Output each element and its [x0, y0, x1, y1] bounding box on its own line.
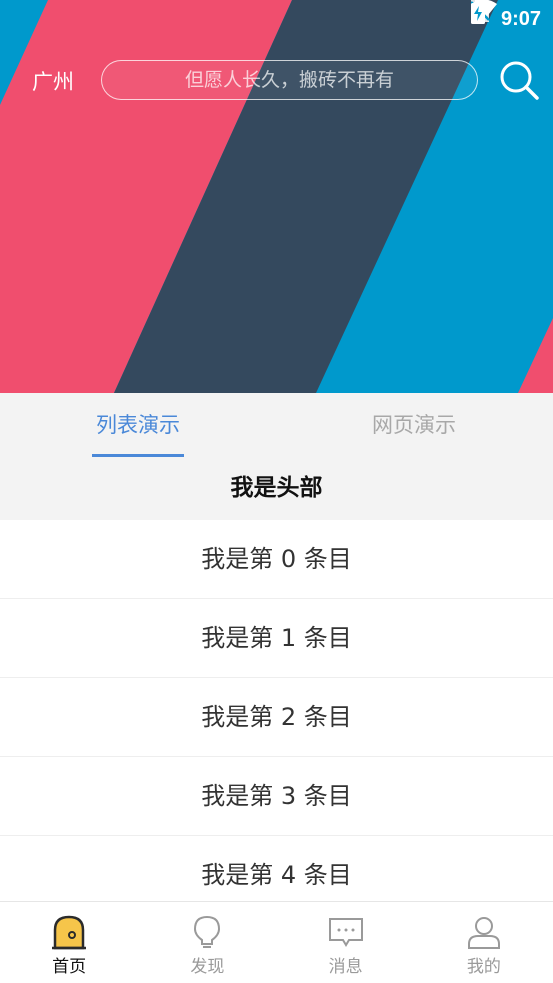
- tab-list-demo[interactable]: 列表演示: [0, 393, 276, 459]
- nav-home-label: 首页: [52, 957, 87, 977]
- nav-home[interactable]: 首页: [0, 902, 138, 983]
- status-bar: 9:07: [470, 0, 553, 38]
- tab-web-demo[interactable]: 网页演示: [276, 393, 552, 459]
- nav-discover-label: 发现: [190, 957, 225, 977]
- list-item[interactable]: 我是第 4 条目: [0, 836, 553, 901]
- bottom-navigation: 首页 发现 消息 我的: [0, 901, 553, 983]
- city-selector[interactable]: 广州: [32, 66, 74, 96]
- search-input[interactable]: [102, 61, 477, 99]
- lightbulb-icon: [194, 915, 221, 948]
- search-box[interactable]: [101, 60, 478, 100]
- header-banner: 9:07 广州: [0, 0, 553, 393]
- home-icon: [52, 915, 87, 950]
- list-item[interactable]: 我是第 2 条目: [0, 678, 553, 757]
- nav-profile[interactable]: 我的: [415, 902, 553, 983]
- status-time: 9:07: [500, 7, 541, 30]
- message-icon: [328, 918, 363, 947]
- nav-messages[interactable]: 消息: [277, 902, 415, 983]
- profile-icon: [467, 917, 500, 949]
- tab-indicator: [92, 454, 184, 457]
- nav-messages-label: 消息: [328, 957, 363, 977]
- app-screen: 9:07 广州 列表演示 网页演示 我是头部 我是第 0 条目 我是第 1 条目…: [0, 0, 553, 983]
- item-list[interactable]: 我是第 0 条目 我是第 1 条目 我是第 2 条目 我是第 3 条目 我是第 …: [0, 520, 553, 901]
- search-icon[interactable]: [498, 59, 540, 101]
- list-item[interactable]: 我是第 0 条目: [0, 520, 553, 599]
- top-bar: 广州: [0, 58, 553, 102]
- list-item[interactable]: 我是第 3 条目: [0, 757, 553, 836]
- nav-discover[interactable]: 发现: [138, 902, 276, 983]
- nav-profile-label: 我的: [466, 957, 501, 977]
- list-header: 我是头部: [0, 459, 553, 520]
- list-item[interactable]: 我是第 1 条目: [0, 599, 553, 678]
- tab-bar: 列表演示 网页演示: [0, 393, 553, 459]
